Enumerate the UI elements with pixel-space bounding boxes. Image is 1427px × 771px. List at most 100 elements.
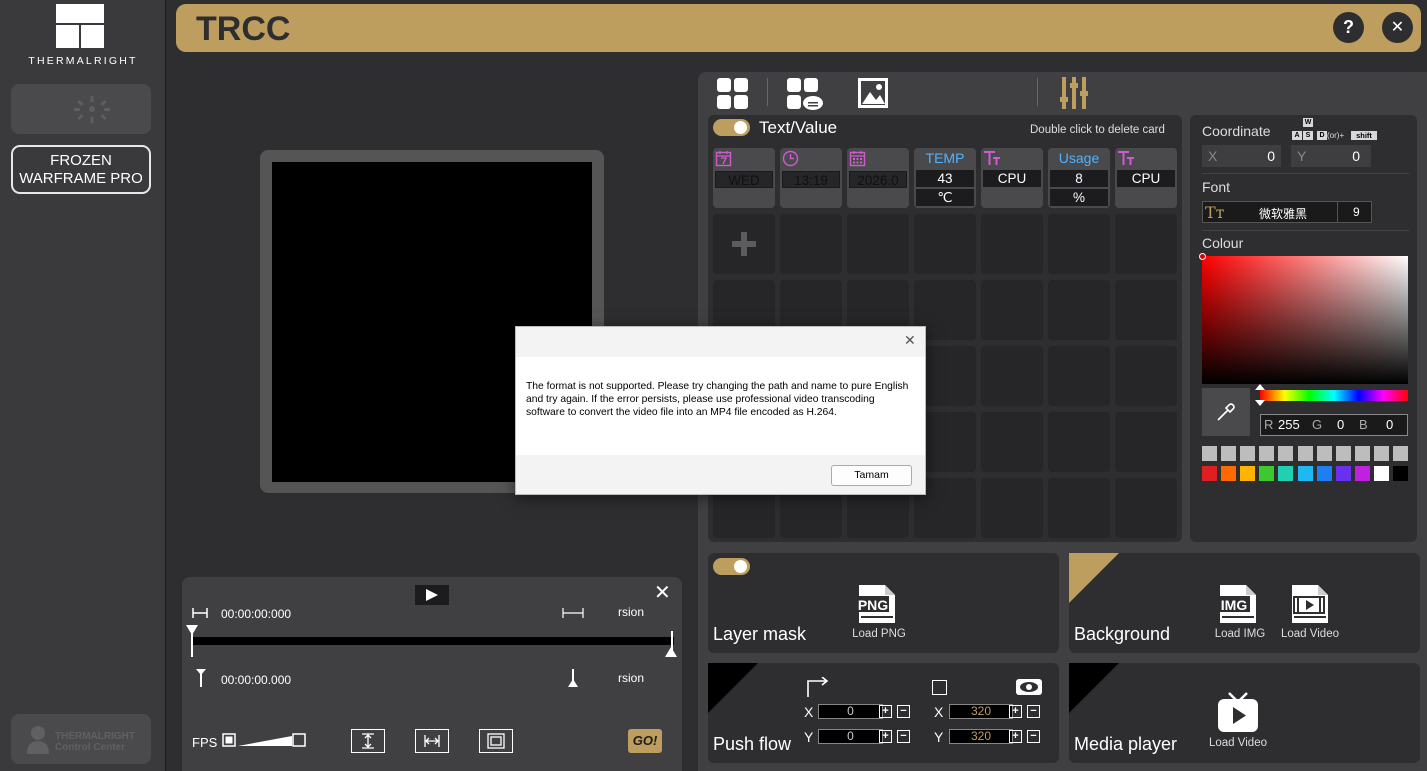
value-card[interactable]: Usage 8% [1048, 148, 1110, 208]
hue-slider[interactable] [1260, 390, 1408, 401]
preset-color-swatch[interactable] [1221, 466, 1237, 481]
r-value[interactable]: 255 [1278, 415, 1300, 435]
preset-color-swatch[interactable] [1297, 466, 1313, 481]
eyedropper-button[interactable] [1202, 388, 1250, 436]
custom-color-slot[interactable] [1221, 446, 1237, 461]
font-size-divider [1337, 202, 1338, 222]
custom-color-slot[interactable] [1278, 446, 1294, 461]
cloud-themes-tab-icon[interactable] [787, 78, 823, 110]
pos-x-field[interactable]: 0 [818, 704, 883, 719]
layout-grid-tab-icon[interactable] [717, 78, 749, 109]
empty-card-slot[interactable] [1115, 346, 1177, 406]
product-button[interactable]: FROZEN WARFRAME PRO [11, 145, 151, 194]
load-png-button[interactable]: PNG Load PNG [848, 583, 910, 643]
settings-sliders-tab-icon[interactable] [1060, 77, 1088, 109]
value-card[interactable]: TEMP 43 ℃ [914, 148, 976, 208]
load-video-button[interactable]: Load Video [1278, 583, 1342, 643]
preset-color-swatch[interactable] [1354, 466, 1370, 481]
hue-slider-handle[interactable] [1255, 384, 1265, 406]
pos-x-plus[interactable]: + [879, 705, 892, 718]
empty-card-slot[interactable] [1115, 412, 1177, 472]
value-card[interactable]: WED [713, 148, 775, 208]
media-load-video-button[interactable]: Load Video [1201, 691, 1275, 753]
preset-color-swatch[interactable] [1393, 466, 1408, 481]
preset-color-swatch[interactable] [1240, 466, 1256, 481]
size-y-minus[interactable]: − [1027, 730, 1040, 743]
control-center-button[interactable]: THERMALRIGHT Control Center [11, 714, 151, 764]
size-y-field[interactable]: 320 [949, 729, 1013, 744]
dialog-close-button[interactable]: ✕ [904, 332, 916, 349]
coord-y-field[interactable]: Y 0 [1291, 145, 1371, 167]
g-value[interactable]: 0 [1337, 415, 1344, 435]
close-app-button[interactable]: ✕ [1382, 12, 1413, 43]
device-button[interactable] [11, 84, 151, 134]
size-x-minus[interactable]: − [1027, 705, 1040, 718]
custom-color-slot[interactable] [1259, 446, 1275, 461]
value-card[interactable]: CPU [1115, 148, 1177, 208]
value-card[interactable]: 13:19 [780, 148, 842, 208]
custom-color-slot[interactable] [1373, 446, 1389, 461]
value-card[interactable]: CPU [981, 148, 1043, 208]
fit-height-button[interactable] [351, 729, 385, 753]
fit-width-button[interactable] [415, 729, 449, 753]
help-button[interactable]: ? [1333, 12, 1364, 43]
pos-x-minus[interactable]: − [897, 705, 910, 718]
empty-card-slot[interactable] [847, 214, 909, 274]
empty-card-slot[interactable] [981, 280, 1043, 340]
pos-y-minus[interactable]: − [897, 730, 910, 743]
custom-color-slot[interactable] [1335, 446, 1351, 461]
empty-card-slot[interactable] [1048, 280, 1110, 340]
font-selector[interactable]: Tт 微软雅黑 9 [1202, 201, 1372, 223]
preset-color-swatch[interactable] [1202, 466, 1217, 481]
empty-card-slot[interactable] [1115, 478, 1177, 538]
size-x-field[interactable]: 320 [949, 704, 1013, 719]
empty-card-slot[interactable] [914, 214, 976, 274]
custom-color-slot[interactable] [1297, 446, 1313, 461]
layer-mask-toggle[interactable] [713, 558, 750, 575]
coord-x-field[interactable]: X 0 [1202, 145, 1281, 167]
size-y-plus[interactable]: + [1009, 730, 1022, 743]
empty-card-slot[interactable] [1115, 280, 1177, 340]
empty-card-slot[interactable] [1115, 214, 1177, 274]
close-player-button[interactable]: ✕ [654, 580, 671, 605]
empty-card-slot[interactable] [981, 346, 1043, 406]
play-button[interactable] [415, 585, 449, 605]
empty-card-slot[interactable] [981, 478, 1043, 538]
preset-color-swatch[interactable] [1373, 466, 1389, 481]
fps-slider[interactable] [222, 732, 308, 750]
value-card[interactable]: 2026.0 [847, 148, 909, 208]
preset-color-swatch[interactable] [1316, 466, 1332, 481]
pos-y-field[interactable]: 0 [818, 729, 883, 744]
preset-color-swatch[interactable] [1335, 466, 1351, 481]
empty-card-slot[interactable] [780, 214, 842, 274]
custom-color-slot[interactable] [1393, 446, 1408, 461]
image-tab-icon[interactable] [858, 78, 888, 108]
empty-card-slot[interactable] [981, 214, 1043, 274]
custom-color-slot[interactable] [1354, 446, 1370, 461]
custom-color-slot[interactable] [1240, 446, 1256, 461]
preset-color-swatch[interactable] [1278, 466, 1294, 481]
empty-card-slot[interactable] [981, 412, 1043, 472]
preset-color-swatch[interactable] [1259, 466, 1275, 481]
go-button[interactable]: GO! [628, 729, 662, 753]
b-value[interactable]: 0 [1386, 415, 1393, 435]
fit-full-button[interactable] [479, 729, 513, 753]
empty-card-slot[interactable] [1048, 478, 1110, 538]
size-x-plus[interactable]: + [1009, 705, 1022, 718]
color-picker-handle[interactable] [1199, 253, 1206, 260]
dialog-ok-button[interactable]: Tamam [831, 465, 912, 486]
empty-card-slot[interactable] [1048, 346, 1110, 406]
custom-color-slot[interactable] [1202, 446, 1217, 461]
rgb-fields[interactable]: R 255 G 0 B 0 [1260, 414, 1408, 436]
empty-card-slot[interactable] [1048, 214, 1110, 274]
empty-card-slot[interactable] [1048, 412, 1110, 472]
load-img-button[interactable]: IMG Load IMG [1209, 583, 1271, 643]
add-card-button[interactable] [713, 214, 775, 274]
timeline-slider[interactable] [185, 625, 681, 659]
pos-y-plus[interactable]: + [879, 730, 892, 743]
custom-color-slot[interactable] [1316, 446, 1332, 461]
font-size[interactable]: 9 [1353, 205, 1360, 219]
eye-icon[interactable] [1016, 679, 1042, 695]
text-value-toggle[interactable] [713, 119, 750, 136]
color-picker-area[interactable] [1199, 253, 1408, 384]
